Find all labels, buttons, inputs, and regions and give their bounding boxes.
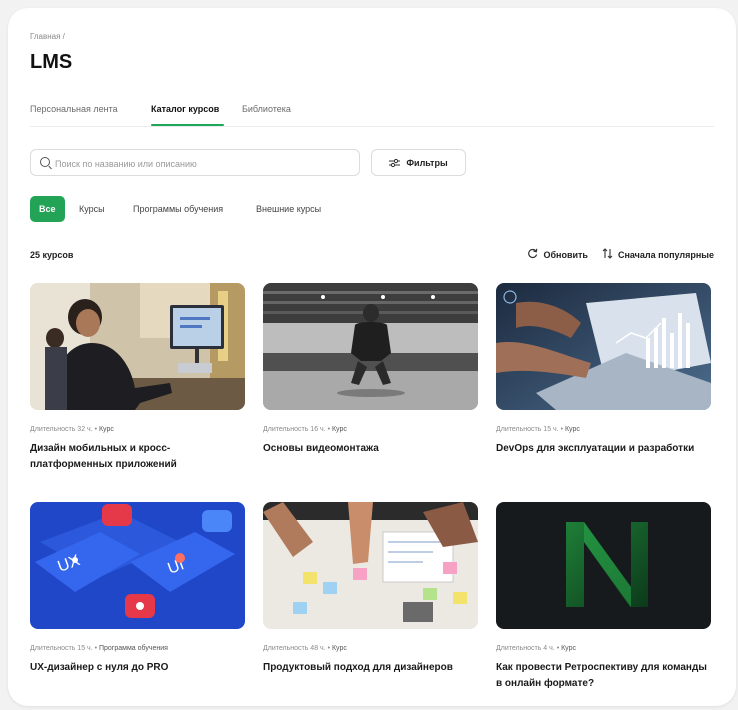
course-title: Продуктовый подход для дизайнеров <box>263 662 453 673</box>
chip-courses[interactable]: Курсы <box>79 196 105 222</box>
tab-library[interactable]: Библиотека <box>242 104 291 114</box>
course-duration: Длительность 32 ч. <box>30 426 93 433</box>
course-type: Курс <box>331 645 347 652</box>
course-image-office-laptop <box>30 283 245 410</box>
course-duration: Длительность 48 ч. <box>263 645 326 652</box>
page-title: LMS <box>30 51 73 73</box>
course-title: Основы видеомонтажа <box>263 443 379 454</box>
course-duration: Длительность 16 ч. <box>263 426 326 433</box>
course-card[interactable]: Длительность 4 ч. • Курс Как провести Ре… <box>496 502 711 692</box>
refresh-button[interactable]: Обновить <box>527 248 588 261</box>
course-card[interactable]: Длительность 15 ч. • Курс DevOps для экс… <box>496 283 711 457</box>
chip-programs[interactable]: Программы обучения <box>133 196 223 222</box>
course-image-sticky-notes <box>263 502 478 629</box>
sort-button[interactable]: Сначала популярные <box>602 248 714 261</box>
sort-label: Сначала популярные <box>617 249 714 260</box>
course-type: Программа обучения <box>98 645 168 652</box>
main-card: Главная / LMS Персональная лента Каталог… <box>8 8 736 706</box>
course-meta: Длительность 48 ч. • Курс <box>263 645 347 652</box>
course-image-laptop-analytics <box>496 283 711 410</box>
search-input[interactable] <box>53 150 357 177</box>
filters-button[interactable]: Фильтры <box>371 149 466 176</box>
course-title: Как провести Ретроспективу для команды в… <box>496 662 707 689</box>
course-duration: Длительность 4 ч. <box>496 645 555 652</box>
course-card[interactable]: Длительность 48 ч. • Курс Продуктовый по… <box>263 502 478 676</box>
search-box <box>30 149 360 177</box>
course-title: UX-дизайнер с нуля до PRO <box>30 662 169 673</box>
course-title: Дизайн мобильных и кросс-платформенных п… <box>30 443 177 470</box>
course-card[interactable]: Длительность 16 ч. • Курс Основы видеомо… <box>263 283 478 457</box>
course-type: Курс <box>561 645 576 652</box>
course-image-ux-phones: UX UI <box>30 502 245 629</box>
course-type: Курс <box>98 426 114 433</box>
tab-bar: Персональная лента Каталог курсов Библио… <box>30 100 714 127</box>
filters-button-label: Фильтры <box>406 157 448 168</box>
tab-personal-feed[interactable]: Персональная лента <box>30 104 118 114</box>
chip-external-courses[interactable]: Внешние курсы <box>256 196 321 222</box>
course-card[interactable]: Длительность 32 ч. • Курс Дизайн мобильн… <box>30 283 245 473</box>
course-duration: Длительность 15 ч. <box>496 426 559 433</box>
active-tab-indicator <box>151 124 224 126</box>
course-title: DevOps для эксплуатации и разработки <box>496 443 695 454</box>
refresh-label: Обновить <box>543 249 588 260</box>
course-image-crouching-man <box>263 283 478 410</box>
tab-course-catalog[interactable]: Каталог курсов <box>151 104 219 114</box>
course-image-green-n-logo <box>496 502 711 629</box>
course-meta: Длительность 32 ч. • Курс <box>30 426 114 433</box>
courses-count: 25 курсов <box>30 250 74 260</box>
course-type: Курс <box>331 426 347 433</box>
course-meta: Длительность 15 ч. • Курс <box>496 426 580 433</box>
search-icon <box>40 157 50 167</box>
course-card[interactable]: UX UI Длительность 15 ч. • Программа обу… <box>30 502 245 676</box>
refresh-icon <box>527 248 538 261</box>
sort-arrows-icon <box>602 248 613 261</box>
chip-all[interactable]: Все <box>30 196 65 222</box>
sliders-icon <box>389 158 401 168</box>
course-type: Курс <box>564 426 580 433</box>
course-meta: Длительность 4 ч. • Курс <box>496 645 576 652</box>
course-meta: Длительность 15 ч. • Программа обучения <box>30 645 168 652</box>
breadcrumb[interactable]: Главная / <box>30 32 65 41</box>
course-duration: Длительность 15 ч. <box>30 645 93 652</box>
list-actions: Обновить Сначала популярные <box>527 248 714 261</box>
course-meta: Длительность 16 ч. • Курс <box>263 426 347 433</box>
